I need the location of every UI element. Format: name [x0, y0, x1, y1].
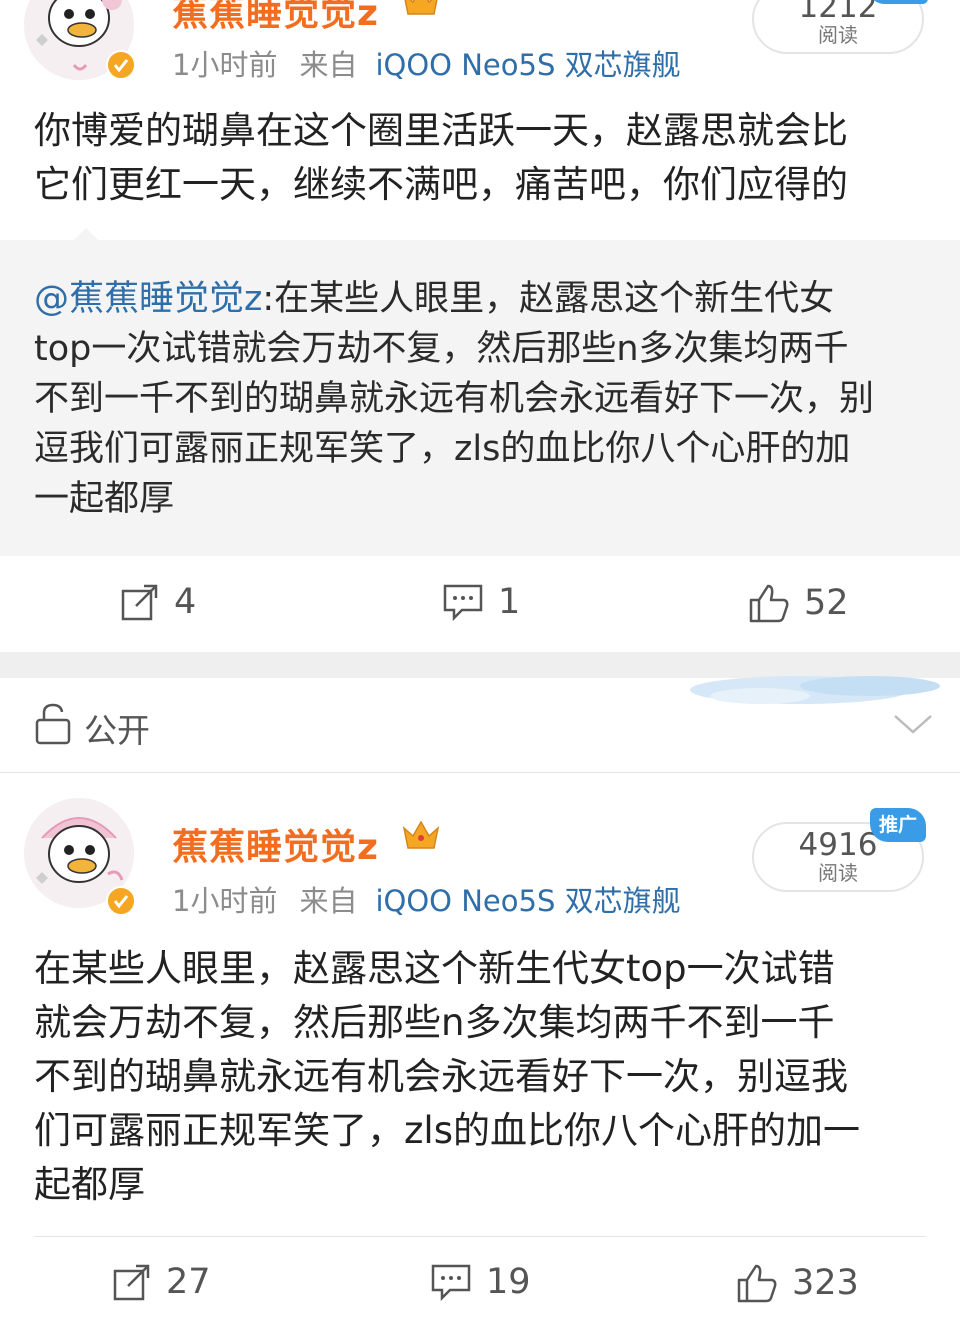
comment-count: 19	[486, 1262, 531, 1302]
quote-line: 不到一千不到的瑚鼻就永远有机会永远看好下一次，别	[34, 379, 875, 419]
promoted-badge: 推广	[870, 808, 926, 842]
post-text-line: 在某些人眼里，赵露思这个新生代女top一次试错	[34, 947, 835, 990]
post-text-line: 们可露丽正规军笑了，zls的血比你八个心肝的加一	[34, 1109, 860, 1152]
quote-arrow	[72, 228, 100, 242]
post-text-line: 起都厚	[34, 1163, 145, 1206]
post-meta: 1小时前 来自 iQOO Neo5S 双芯旗舰	[172, 878, 681, 920]
post-text-line: 它们更红一天，继续不满吧，痛苦吧，你们应得的	[34, 163, 848, 206]
visibility-label[interactable]: 公开	[84, 704, 150, 752]
verified-icon	[106, 50, 136, 84]
post-source[interactable]: iQOO Neo5S 双芯旗舰	[375, 884, 680, 918]
quoted-text: @蕉蕉睡觉觉z:在某些人眼里，赵露思这个新生代女 top一次试错就会万劫不复，然…	[34, 274, 934, 524]
post-meta: 1小时前 来自 iQOO Neo5S 双芯旗舰	[172, 42, 681, 84]
like-icon	[749, 584, 789, 623]
read-count: 1212 阅读	[752, 0, 924, 54]
post-text-line: 不到的瑚鼻就永远有机会永远看好下一次，别逗我	[34, 1055, 848, 1098]
divider	[0, 772, 960, 773]
quote-line: top一次试错就会万劫不复，然后那些n多次集均两千	[34, 329, 849, 369]
like-count: 323	[792, 1263, 859, 1303]
crown-icon	[402, 0, 440, 20]
post-text-line: 就会万劫不复，然后那些n多次集均两千不到一千	[34, 1001, 835, 1044]
like-button[interactable]: 52	[748, 582, 849, 624]
username[interactable]: 蕉蕉睡觉觉z	[172, 818, 379, 870]
verified-icon	[106, 886, 136, 920]
post-source[interactable]: iQOO Neo5S 双芯旗舰	[375, 48, 680, 82]
crown-icon	[402, 820, 440, 854]
feed-separator	[0, 652, 960, 678]
mention-link[interactable]: @蕉蕉睡觉觉z	[34, 279, 262, 319]
comment-icon	[431, 1264, 471, 1302]
post-text-line: 你博爱的瑚鼻在这个圈里活跃一天，赵露思就会比	[34, 109, 848, 152]
divider	[34, 1236, 926, 1237]
post-text: 你博爱的瑚鼻在这个圈里活跃一天，赵露思就会比 它们更红一天，继续不满吧，痛苦吧，…	[34, 104, 934, 212]
post-time: 1小时前	[172, 884, 278, 918]
from-label: 来自	[299, 884, 358, 918]
quote-line: 逗我们可露丽正规军笑了，zls的血比你八个心肝的加	[34, 429, 851, 469]
like-icon	[737, 1264, 777, 1303]
post-text: 在某些人眼里，赵露思这个新生代女top一次试错 就会万劫不复，然后那些n多次集均…	[34, 942, 934, 1212]
from-label: 来自	[299, 48, 358, 82]
like-button[interactable]: 323	[736, 1262, 859, 1304]
read-count-label: 阅读	[818, 861, 858, 885]
comment-count: 1	[498, 582, 521, 622]
like-count: 52	[804, 583, 849, 623]
repost-count: 27	[166, 1262, 211, 1302]
quote-line-text: :在某些人眼里，赵露思这个新生代女	[262, 279, 835, 319]
quote-line: @蕉蕉睡觉觉z:在某些人眼里，赵露思这个新生代女	[34, 274, 934, 324]
comment-icon	[443, 584, 483, 622]
lock-icon	[34, 702, 72, 750]
quote-line: 一起都厚	[34, 479, 175, 519]
repost-count: 4	[174, 582, 197, 622]
repost-icon	[113, 1264, 150, 1301]
read-count-label: 阅读	[818, 23, 858, 47]
repost-button[interactable]: 4	[120, 582, 196, 622]
comment-button[interactable]: 19	[430, 1262, 531, 1302]
comment-button[interactable]: 1	[442, 582, 520, 622]
repost-icon	[121, 584, 158, 621]
chevron-down-icon[interactable]	[892, 710, 934, 742]
username[interactable]: 蕉蕉睡觉觉z	[172, 0, 379, 36]
repost-button[interactable]: 27	[112, 1262, 211, 1302]
post-time: 1小时前	[172, 48, 278, 82]
